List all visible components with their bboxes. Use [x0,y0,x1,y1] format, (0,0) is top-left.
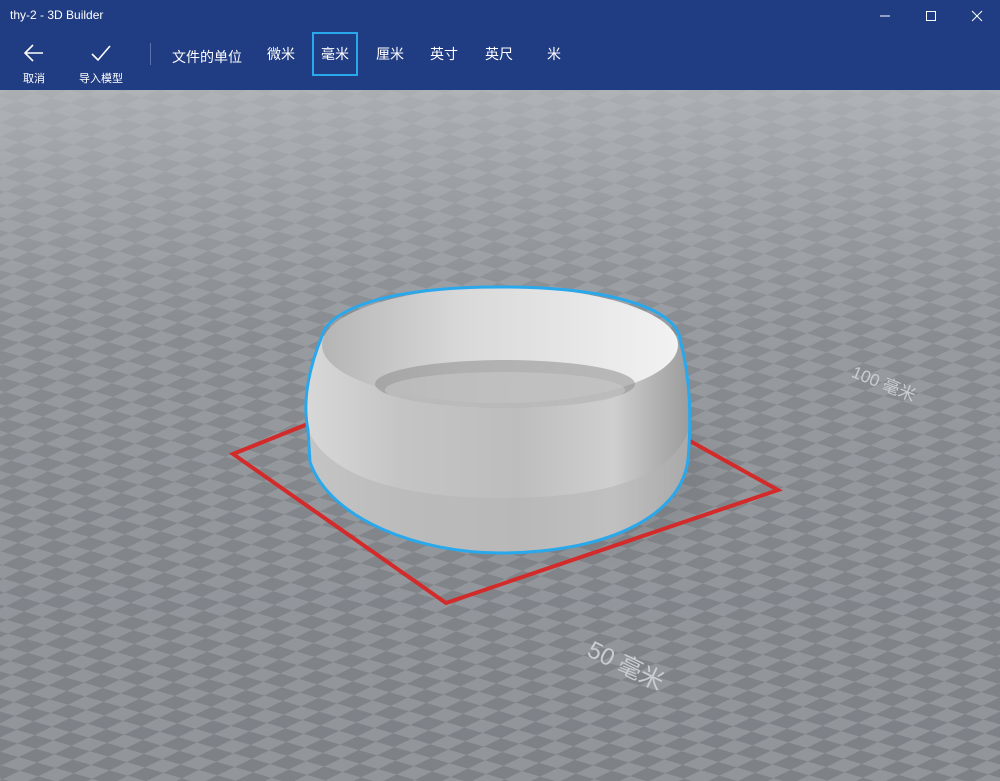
scene-canvas [0,90,1000,781]
window-title: thy-2 - 3D Builder [10,8,104,22]
back-arrow-icon [23,44,43,62]
checkmark-icon [91,45,111,62]
import-model-label: 导入模型 [79,72,123,85]
app-window: thy-2 - 3D Builder 取消 导入模型 文件的单位 微米 毫米 厘… [0,0,1000,781]
unit-inch[interactable]: 英寸 [425,32,463,76]
maximize-button[interactable] [908,0,954,32]
close-button[interactable] [954,0,1000,32]
maximize-icon [926,11,936,21]
unit-foot[interactable]: 英尺 [480,32,518,76]
3d-viewport[interactable]: 100 毫米 50 毫米 [0,90,1000,781]
minimize-icon [880,15,890,17]
close-icon [971,10,983,22]
toolbar-separator [150,43,151,65]
unit-micrometer[interactable]: 微米 [262,32,300,76]
toolbar: 取消 导入模型 文件的单位 微米 毫米 厘米 英寸 英尺 米 [0,32,1000,90]
title-bar: thy-2 - 3D Builder [0,0,1000,32]
minimize-button[interactable] [862,0,908,32]
cancel-label: 取消 [23,72,45,85]
unit-millimeter[interactable]: 毫米 [312,32,358,76]
unit-meter[interactable]: 米 [540,32,568,76]
unit-centimeter[interactable]: 厘米 [370,32,410,76]
import-model-button[interactable]: 导入模型 [70,32,132,90]
model-inner-floor-highlight [385,372,625,408]
cancel-button[interactable]: 取消 [12,32,56,90]
file-unit-caption: 文件的单位 [172,50,242,66]
